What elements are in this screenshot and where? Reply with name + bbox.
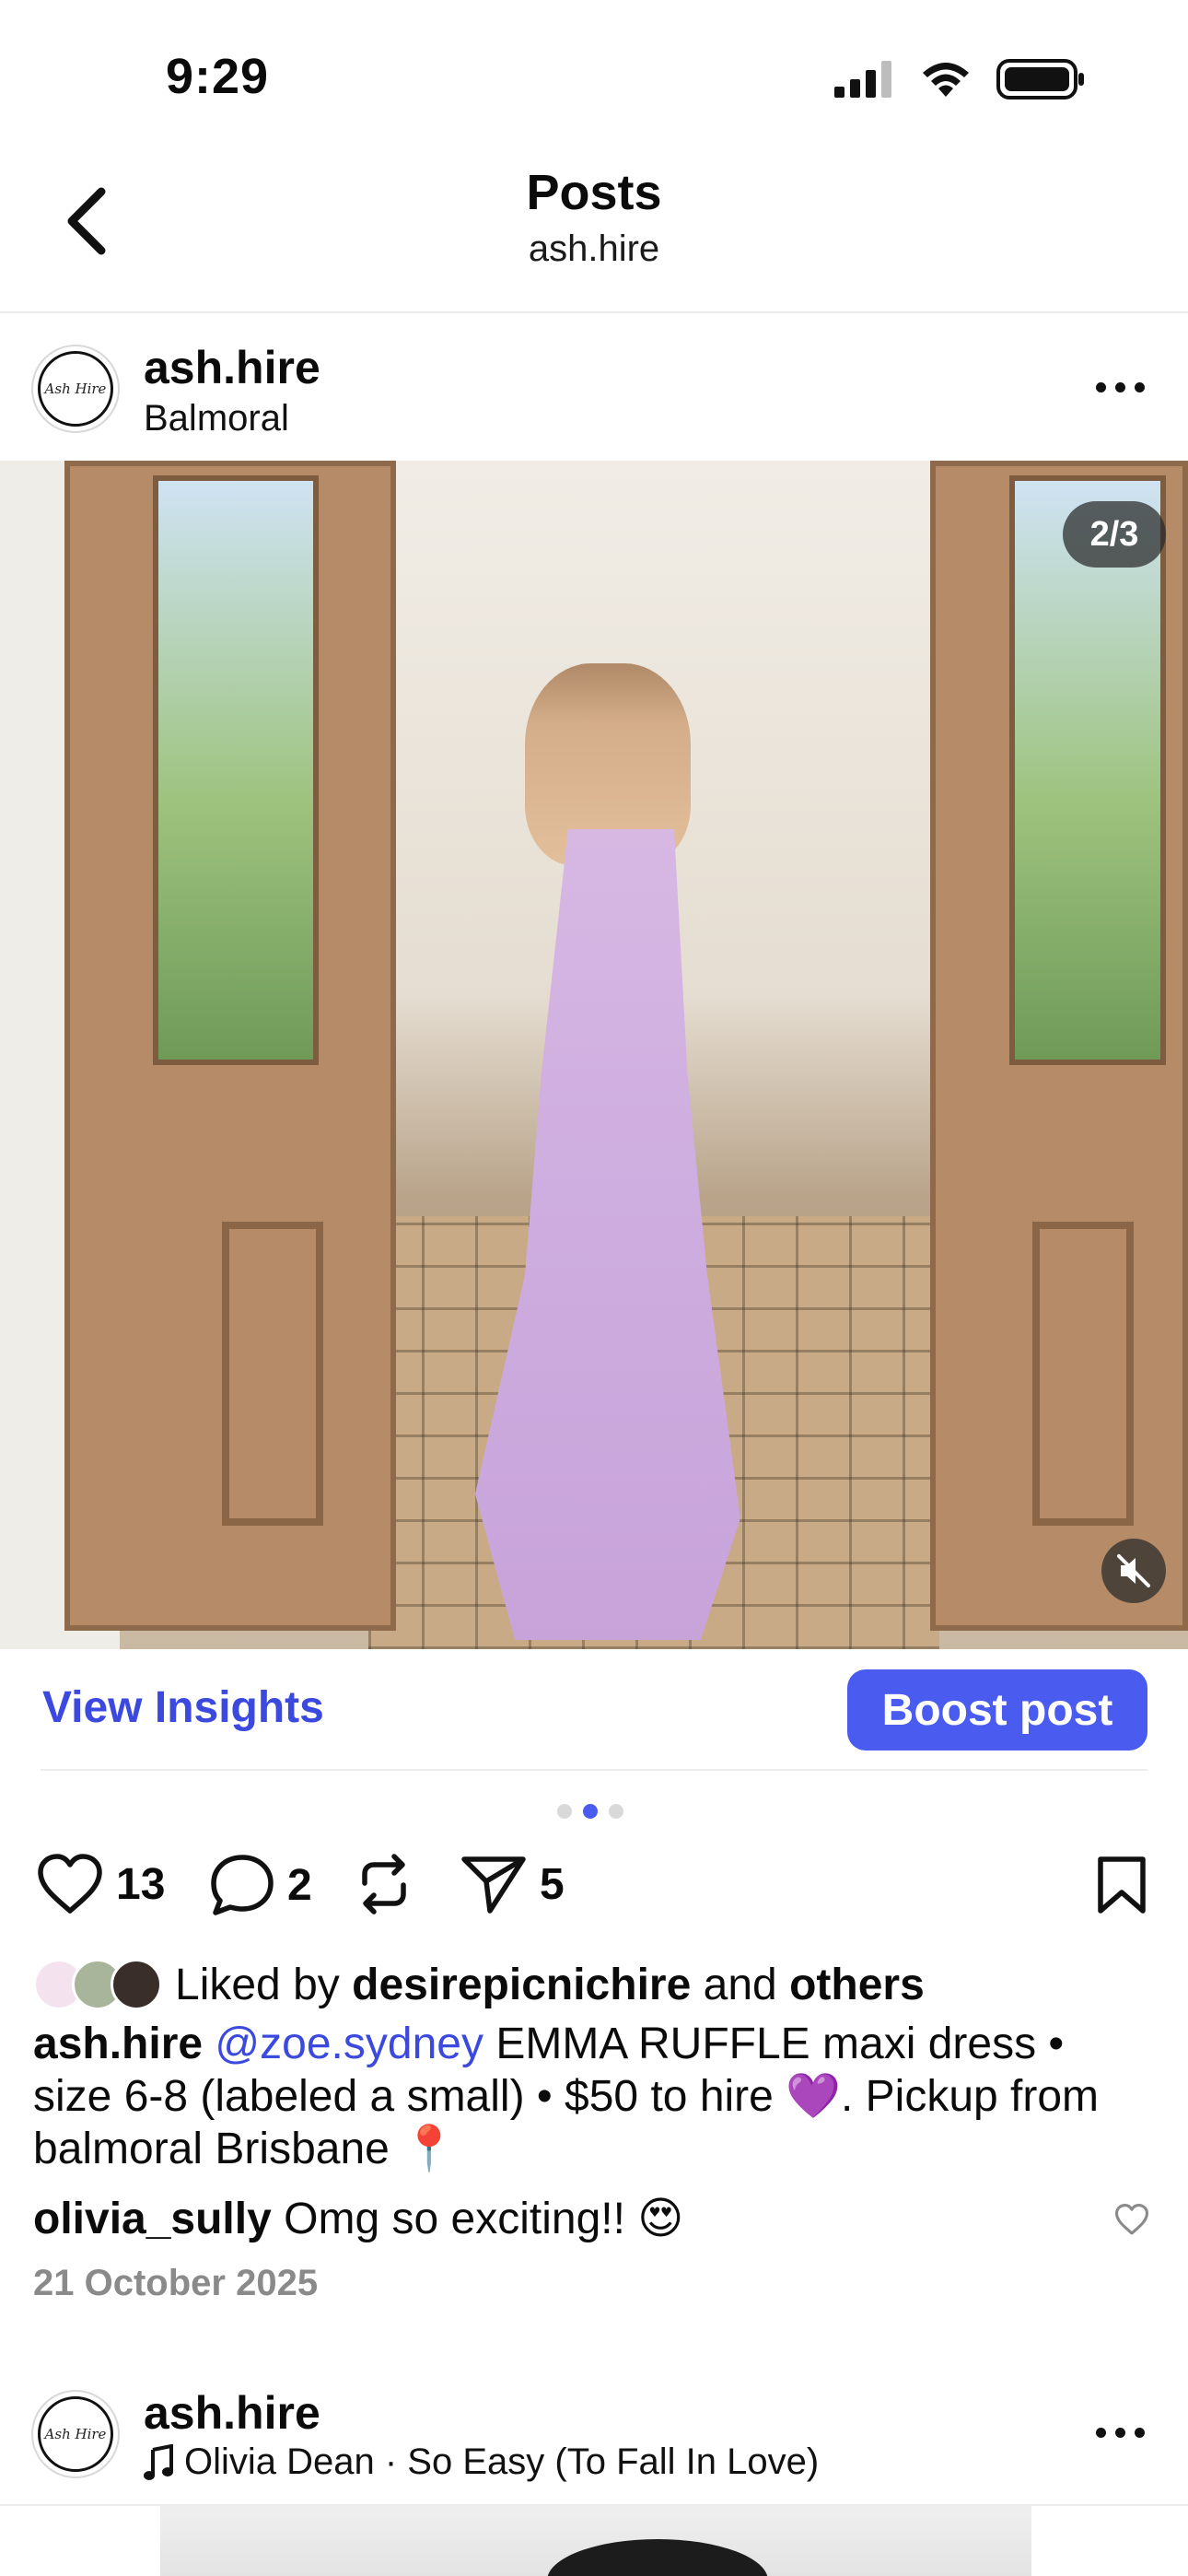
- comment-username[interactable]: olivia_sully: [33, 2195, 272, 2243]
- status-time: 9:29: [166, 49, 270, 104]
- speaker-muted-icon: [1117, 1554, 1150, 1587]
- cellular-signal-icon: [834, 61, 891, 98]
- post-username[interactable]: ash.hire: [144, 341, 320, 394]
- boost-post-button[interactable]: Boost post: [847, 1669, 1147, 1751]
- view-insights-link[interactable]: View Insights: [42, 1682, 324, 1733]
- post-location[interactable]: Balmoral: [144, 398, 289, 439]
- more-options-icon[interactable]: [1096, 2423, 1151, 2441]
- more-options-icon[interactable]: [1096, 378, 1151, 396]
- battery-icon: [996, 59, 1084, 100]
- send-icon[interactable]: [460, 1854, 527, 1914]
- page-subtitle: ash.hire: [528, 228, 660, 269]
- avatar[interactable]: Ash Hire: [31, 345, 120, 433]
- music-note-icon: [144, 2443, 173, 2480]
- liked-by-row[interactable]: Liked by desirepicnichire and others: [33, 1959, 925, 2010]
- carousel-dots: [557, 1804, 623, 1819]
- post-photo[interactable]: [0, 461, 1188, 1649]
- avatar[interactable]: Ash Hire: [31, 2390, 120, 2478]
- next-photo-subject: [547, 2539, 768, 2576]
- carousel-dot: [557, 1804, 572, 1819]
- photo-door-left: [64, 461, 396, 1631]
- repost-icon[interactable]: [355, 1852, 413, 1916]
- bookmark-icon[interactable]: [1096, 1856, 1147, 1914]
- caption-mention[interactable]: @zoe.sydney: [215, 2020, 483, 2068]
- comment-bubble-icon[interactable]: [210, 1854, 274, 1916]
- photo-door-right: [930, 461, 1188, 1631]
- next-post-audio-text: Olivia Dean · So Easy (To Fall In Love): [184, 2441, 820, 2482]
- post-date: 21 October 2025: [33, 2263, 319, 2303]
- share-count: 5: [540, 1859, 565, 1909]
- status-icons: [834, 59, 1085, 100]
- liked-by-and: and: [703, 1960, 777, 2009]
- next-post-username[interactable]: ash.hire: [144, 2386, 320, 2440]
- mute-button[interactable]: [1101, 1539, 1166, 1603]
- heart-icon[interactable]: [37, 1854, 103, 1914]
- like-count: 13: [116, 1859, 166, 1909]
- liker-avatar: [111, 1959, 162, 2010]
- header-divider: [0, 311, 1188, 313]
- page-title: Posts: [526, 165, 662, 220]
- wifi-icon: [923, 63, 969, 97]
- comment-like-heart-icon[interactable]: [1114, 2204, 1149, 2235]
- comment-row: olivia_sully Omg so exciting!! 😍: [33, 2193, 683, 2244]
- caption-username[interactable]: ash.hire: [33, 2020, 203, 2068]
- avatar-logo-text: Ash Hire: [38, 351, 113, 427]
- comment-text: Omg so exciting!! 😍: [284, 2195, 684, 2243]
- share-action[interactable]: 5: [460, 1854, 565, 1914]
- avatar-logo-text: Ash Hire: [38, 2396, 113, 2472]
- post-caption: ash.hire @zoe.sydney EMMA RUFFLE maxi dr…: [33, 2018, 1147, 2175]
- insights-divider: [41, 1769, 1147, 1771]
- repost-action[interactable]: [355, 1852, 413, 1916]
- liked-by-user[interactable]: desirepicnichire: [352, 1960, 691, 2010]
- media-counter: 2/3: [1063, 501, 1166, 568]
- comment-count: 2: [287, 1860, 312, 1910]
- liked-by-others[interactable]: others: [789, 1960, 925, 2010]
- carousel-dot: [609, 1804, 623, 1819]
- carousel-dot-active: [583, 1804, 598, 1819]
- like-action[interactable]: 13: [37, 1854, 165, 1914]
- comment-action[interactable]: 2: [210, 1854, 312, 1916]
- next-post-photo[interactable]: [160, 2506, 1031, 2576]
- liked-by-prefix: Liked by: [175, 1960, 340, 2009]
- next-post-audio[interactable]: Olivia Dean · So Easy (To Fall In Love): [144, 2441, 819, 2483]
